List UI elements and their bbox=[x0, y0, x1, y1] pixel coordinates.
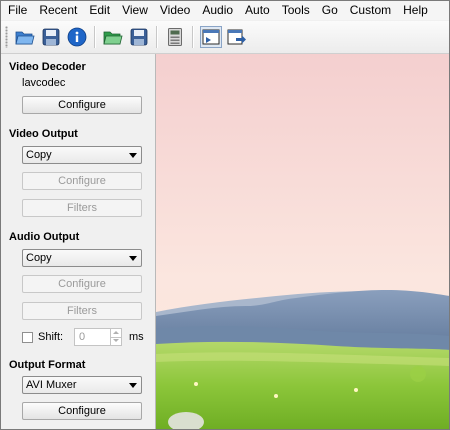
video-output-codec-value: Copy bbox=[26, 149, 52, 161]
chevron-down-icon bbox=[129, 383, 137, 388]
output-format-value: AVI Muxer bbox=[26, 379, 77, 391]
info-icon bbox=[67, 27, 87, 47]
input-preview-icon bbox=[202, 29, 220, 45]
open-folder-green-icon bbox=[103, 31, 123, 45]
video-output-codec-select[interactable]: Copy bbox=[22, 146, 142, 164]
toolbar-separator bbox=[192, 26, 194, 48]
calculator-icon bbox=[168, 28, 182, 46]
audio-output-codec-select[interactable]: Copy bbox=[22, 249, 142, 267]
toolbar bbox=[1, 21, 449, 54]
audio-output-title: Audio Output bbox=[9, 231, 80, 243]
menu-bar: File Recent Edit View Video Audio Auto T… bbox=[1, 1, 449, 20]
toolbar-separator bbox=[94, 26, 96, 48]
menu-edit[interactable]: Edit bbox=[83, 1, 116, 20]
shift-value: 0 bbox=[79, 331, 86, 343]
video-output-filters-button[interactable]: Filters bbox=[22, 199, 142, 217]
save-video-button[interactable] bbox=[40, 26, 62, 48]
menu-help[interactable]: Help bbox=[397, 1, 434, 20]
audio-output-filters-button[interactable]: Filters bbox=[22, 302, 142, 320]
video-frame bbox=[156, 54, 449, 429]
shift-label: Shift: bbox=[38, 331, 64, 343]
menu-recent[interactable]: Recent bbox=[33, 1, 83, 20]
toolbar-grip[interactable] bbox=[5, 26, 8, 48]
menu-audio[interactable]: Audio bbox=[196, 1, 239, 20]
menu-auto[interactable]: Auto bbox=[239, 1, 276, 20]
spin-down-icon[interactable] bbox=[110, 337, 121, 345]
app-window: File Recent Edit View Video Audio Auto T… bbox=[0, 0, 450, 430]
output-preview-button[interactable] bbox=[226, 26, 248, 48]
output-preview-icon bbox=[227, 29, 246, 45]
chevron-down-icon bbox=[129, 256, 137, 261]
open-project-button[interactable] bbox=[102, 26, 124, 48]
video-preview[interactable] bbox=[155, 54, 449, 429]
output-format-title: Output Format bbox=[9, 359, 86, 371]
menu-view[interactable]: View bbox=[116, 1, 154, 20]
shift-checkbox[interactable] bbox=[22, 332, 33, 343]
input-preview-button[interactable] bbox=[200, 26, 222, 48]
save-disk-icon bbox=[42, 28, 60, 46]
video-decoder-title: Video Decoder bbox=[9, 61, 86, 73]
output-format-configure-button[interactable]: Configure bbox=[22, 402, 142, 420]
toolbar-separator bbox=[156, 26, 158, 48]
chevron-down-icon bbox=[129, 153, 137, 158]
save-disk-2-icon bbox=[130, 28, 148, 46]
video-output-title: Video Output bbox=[9, 128, 78, 140]
menu-file[interactable]: File bbox=[1, 1, 33, 20]
settings-panel: Video Decoder lavcodec Configure Video O… bbox=[1, 54, 155, 429]
menu-go[interactable]: Go bbox=[316, 1, 344, 20]
audio-output-codec-value: Copy bbox=[26, 252, 52, 264]
open-folder-icon bbox=[15, 31, 35, 45]
menu-video[interactable]: Video bbox=[154, 1, 196, 20]
audio-output-configure-button[interactable]: Configure bbox=[22, 275, 142, 293]
video-decoder-configure-button[interactable]: Configure bbox=[22, 96, 142, 114]
menu-tools[interactable]: Tools bbox=[276, 1, 316, 20]
save-project-button[interactable] bbox=[128, 26, 150, 48]
video-output-configure-button[interactable]: Configure bbox=[22, 172, 142, 190]
menu-custom[interactable]: Custom bbox=[344, 1, 397, 20]
shift-spinbox[interactable]: 0 bbox=[74, 328, 122, 346]
shift-unit: ms bbox=[129, 331, 144, 343]
properties-button[interactable] bbox=[66, 26, 88, 48]
output-format-select[interactable]: AVI Muxer bbox=[22, 376, 142, 394]
open-video-button[interactable] bbox=[14, 26, 36, 48]
video-decoder-name: lavcodec bbox=[22, 77, 66, 89]
calculator-button[interactable] bbox=[164, 26, 186, 48]
